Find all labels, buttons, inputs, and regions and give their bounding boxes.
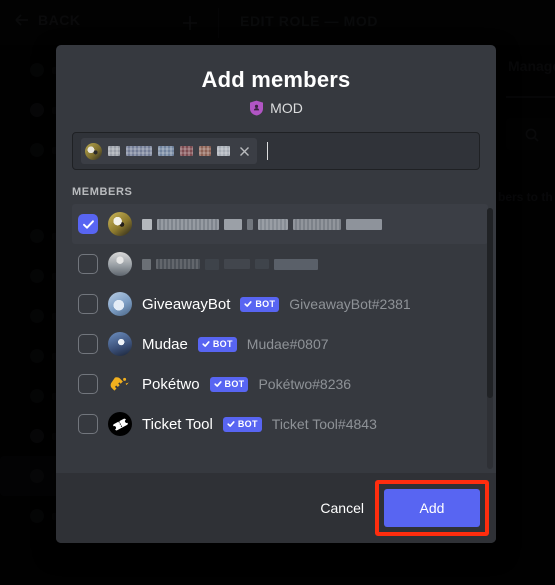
token-name-redacted (217, 146, 230, 156)
member-checkbox[interactable] (78, 254, 98, 274)
selected-member-token[interactable] (81, 138, 257, 164)
role-indicator: MOD (72, 100, 480, 116)
member-search-area (56, 116, 496, 170)
status-badge: BOT (240, 296, 280, 312)
member-search-input[interactable] (72, 132, 480, 170)
member-tag: GiveawayBot#2381 (289, 296, 411, 312)
role-name: MOD (270, 100, 303, 116)
bot-badge-label: BOT (212, 339, 233, 349)
token-name-redacted (158, 146, 174, 156)
token-name-redacted (108, 146, 120, 156)
member-checkbox[interactable] (78, 374, 98, 394)
member-checkbox[interactable] (78, 294, 98, 314)
avatar (108, 252, 132, 276)
table-row[interactable]: Pokétwo BOT Pokétwo#8236 (72, 364, 488, 404)
role-shield-icon (249, 100, 264, 116)
members-list-region: MEMBERS GiveawayBot BOT GiveawayBot#2381… (56, 170, 496, 473)
avatar (108, 412, 132, 436)
member-name-redacted (142, 258, 318, 270)
modal-title: Add members (201, 67, 351, 92)
table-row[interactable]: Ticket Tool BOT Ticket Tool#4843 (72, 404, 488, 444)
member-name: Pokétwo (142, 375, 200, 393)
table-row[interactable]: GiveawayBot BOT GiveawayBot#2381 (72, 284, 488, 324)
modal-header: Add members MOD (56, 45, 496, 116)
member-checkbox[interactable] (78, 334, 98, 354)
add-button[interactable]: Add (384, 489, 480, 527)
token-name-redacted (199, 146, 211, 156)
status-badge: BOT (222, 416, 262, 432)
table-row[interactable]: Mudae BOT Mudae#0807 (72, 324, 488, 364)
table-row[interactable] (72, 204, 488, 244)
token-name-redacted (180, 146, 193, 156)
avatar (108, 292, 132, 316)
add-button-wrapper: Add (375, 480, 489, 536)
member-checkbox[interactable] (78, 214, 98, 234)
status-badge: BOT (209, 376, 249, 392)
avatar (85, 142, 102, 160)
members-list: GiveawayBot BOT GiveawayBot#2381 Mudae B… (72, 204, 488, 444)
status-badge: BOT (197, 336, 237, 352)
modal-footer: Cancel Add (56, 473, 496, 543)
member-tag: Pokétwo#8236 (258, 376, 352, 392)
avatar (108, 372, 132, 396)
cancel-button[interactable]: Cancel (304, 498, 380, 518)
avatar (108, 332, 132, 356)
member-name: Ticket Tool (142, 415, 213, 433)
member-tag: Ticket Tool#4843 (271, 416, 377, 432)
member-name: GiveawayBot (142, 295, 231, 313)
screen: BACK EDIT ROLE — MOD Manage (0, 0, 555, 585)
token-name-redacted (126, 146, 152, 156)
add-members-modal: Add members MOD MEMBERS GiveawayBot BOT … (56, 45, 496, 543)
bot-badge-label: BOT (224, 379, 245, 389)
member-name-redacted (142, 218, 382, 230)
text-cursor (267, 142, 268, 160)
member-tag: Mudae#0807 (246, 336, 329, 352)
close-icon[interactable] (238, 145, 251, 158)
member-checkbox[interactable] (78, 414, 98, 434)
table-row[interactable] (72, 244, 488, 284)
member-name: Mudae (142, 335, 188, 353)
bot-badge-label: BOT (237, 419, 258, 429)
members-section-label: MEMBERS (72, 186, 133, 198)
scrollbar-thumb[interactable] (487, 208, 493, 398)
avatar (108, 212, 132, 236)
bot-badge-label: BOT (255, 299, 276, 309)
